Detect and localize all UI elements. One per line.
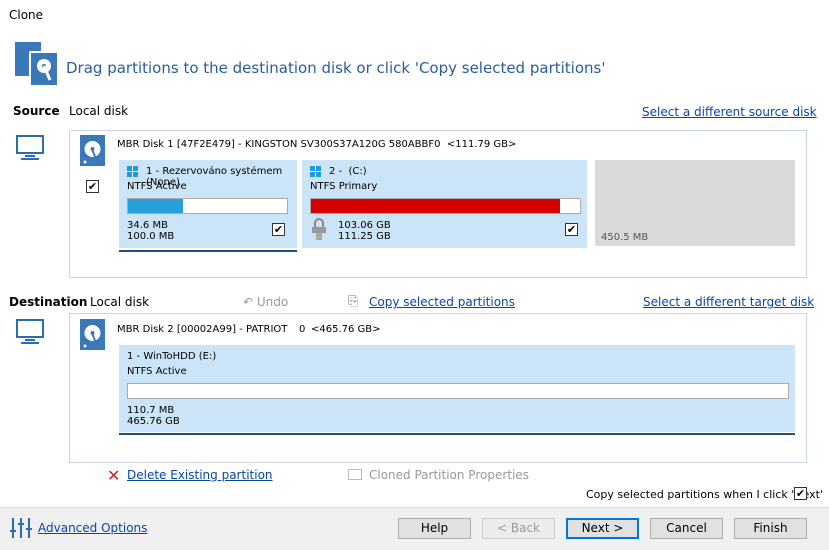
- copy-icon: ⎘: [348, 294, 359, 309]
- copy-selected-partitions-link[interactable]: Copy selected partitions: [369, 295, 515, 309]
- properties-icon: [348, 469, 362, 480]
- source-disk-checkbox[interactable]: ✔: [86, 180, 99, 193]
- lock-icon: [308, 218, 330, 240]
- advanced-options-link[interactable]: Advanced Options: [38, 521, 147, 535]
- delete-icon: ✕: [107, 466, 121, 485]
- source-partition-1[interactable]: 1 - Rezervováno systémem (None) NTFS Act…: [119, 160, 297, 248]
- copy-on-next-label: Copy selected partitions when I click 'N…: [586, 488, 823, 501]
- clone-wizard-icon: [14, 42, 59, 87]
- cancel-button[interactable]: Cancel: [650, 518, 723, 539]
- destination-disk-size: <465.76 GB>: [311, 324, 381, 335]
- partition-type: NTFS Active: [127, 366, 187, 377]
- partition-checkbox[interactable]: ✔: [565, 223, 578, 236]
- partition-used: 110.7 MB: [127, 405, 175, 416]
- next-button[interactable]: Next >: [566, 518, 639, 539]
- destination-disk-title: MBR Disk 2 [00002A99] - PATRIOT: [117, 324, 288, 335]
- destination-disk-panel: MBR Disk 2 [00002A99] - PATRIOT 0 <465.7…: [69, 313, 807, 463]
- source-disk-type: Local disk: [69, 104, 129, 118]
- undo-icon: ↶: [243, 295, 257, 309]
- destination-computer-icon: [15, 318, 45, 351]
- partition-usage-bar: [127, 383, 789, 399]
- select-source-disk-link[interactable]: Select a different source disk: [642, 105, 817, 119]
- finish-button[interactable]: Finish: [734, 518, 807, 539]
- delete-partition-link[interactable]: Delete Existing partition: [127, 468, 273, 482]
- advanced-options-icon: [9, 516, 33, 543]
- partition-name: 2 - (C:): [329, 166, 367, 177]
- windows-icon: [127, 166, 138, 177]
- source-disk-panel: MBR Disk 1 [47F2E479] - KINGSTON SV300S3…: [69, 130, 807, 278]
- selection-underline: [119, 433, 795, 435]
- source-computer-icon: [15, 134, 45, 167]
- partition-name: 1 - WinToHDD (E:): [127, 351, 217, 362]
- back-button[interactable]: < Back: [482, 518, 555, 539]
- source-disk-icon: [80, 135, 105, 166]
- undo-label: Undo: [256, 295, 289, 309]
- partition-usage-bar: [310, 198, 581, 214]
- source-disk-title: MBR Disk 1 [47F2E479] - KINGSTON SV300S3…: [117, 139, 517, 150]
- partition-checkbox[interactable]: ✔: [272, 223, 285, 236]
- source-partition-2[interactable]: 2 - (C:) NTFS Primary 103.06 GB 111.25 G…: [302, 160, 587, 248]
- source-label: Source: [13, 104, 60, 118]
- unallocated-space: 450.5 MB: [595, 160, 795, 246]
- destination-partition-1[interactable]: 1 - WinToHDD (E:) NTFS Active 110.7 MB 4…: [119, 345, 795, 432]
- partition-total: 100.0 MB: [127, 231, 175, 242]
- destination-disk-type: Local disk: [90, 295, 150, 309]
- selection-underline: [119, 250, 297, 252]
- windows-icon: [310, 166, 321, 177]
- partition-total: 111.25 GB: [338, 231, 391, 242]
- undo-button[interactable]: ↶ Undo: [243, 295, 288, 309]
- destination-disk-index: 0: [299, 324, 306, 335]
- destination-label: Destination: [9, 295, 88, 309]
- partition-total: 465.76 GB: [127, 416, 180, 427]
- instruction-text: Drag partitions to the destination disk …: [66, 59, 606, 77]
- destination-disk-icon: [80, 319, 105, 350]
- partition-used: 103.06 GB: [338, 220, 391, 231]
- partition-usage-bar: [127, 198, 288, 214]
- select-target-disk-link[interactable]: Select a different target disk: [643, 295, 814, 309]
- cloned-partition-properties: Cloned Partition Properties: [369, 468, 529, 482]
- partition-type: NTFS Primary: [310, 181, 378, 192]
- help-button[interactable]: Help: [398, 518, 471, 539]
- unallocated-size: 450.5 MB: [601, 232, 649, 243]
- partition-used: 34.6 MB: [127, 220, 168, 231]
- window-title: Clone: [9, 8, 44, 22]
- partition-type: NTFS Active: [127, 181, 187, 192]
- copy-on-next-checkbox[interactable]: ✔: [794, 487, 807, 500]
